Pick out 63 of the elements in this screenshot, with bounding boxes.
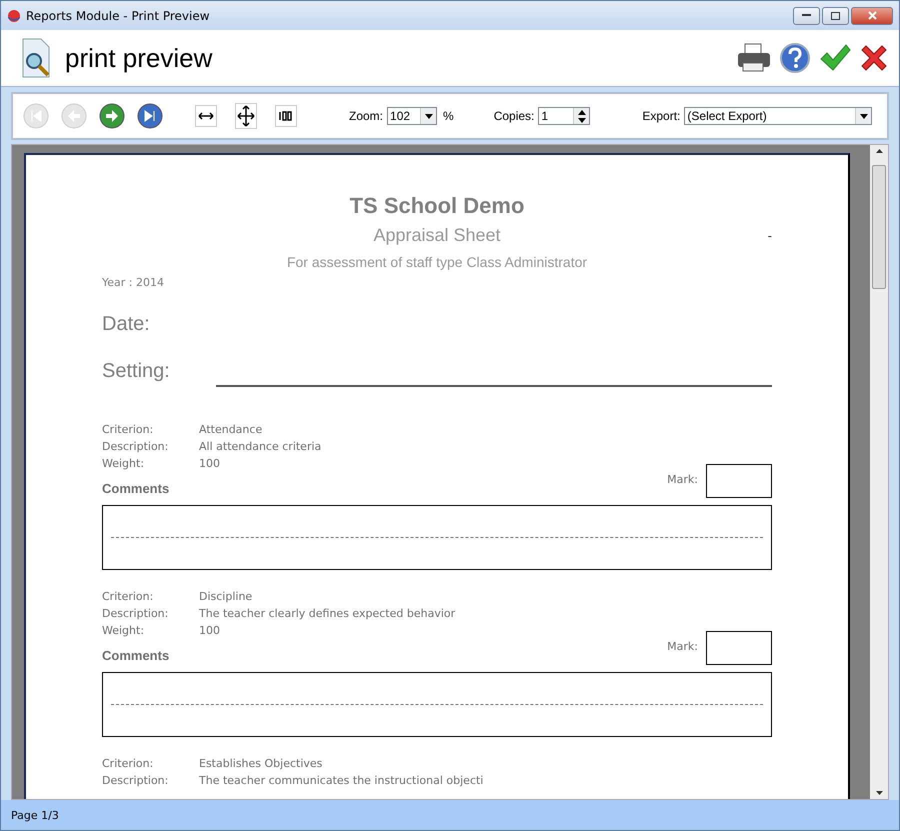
close-icon: [868, 11, 876, 20]
caret-down-icon: [424, 114, 433, 118]
setting-label: Setting:: [102, 360, 170, 383]
mark-box: [706, 631, 772, 665]
mark-label: Mark:: [667, 473, 698, 486]
copies-spinner[interactable]: 1: [538, 107, 590, 125]
field-value: Discipline: [199, 590, 252, 603]
field-label: Criterion:: [102, 423, 154, 436]
next-page-button[interactable]: [99, 103, 125, 129]
checkmark-icon[interactable]: [819, 43, 851, 73]
field-value: 100: [199, 624, 220, 637]
window-title: Reports Module - Print Preview: [26, 8, 210, 22]
comments-label: Comments: [102, 648, 170, 663]
maximize-icon: [831, 12, 840, 20]
field-label: Criterion:: [102, 757, 154, 770]
field-value: All attendance criteria: [199, 440, 322, 453]
actual-size-icon[interactable]: [275, 105, 297, 127]
comments-label: Comments: [102, 481, 170, 496]
mark-label: Mark:: [667, 640, 698, 653]
date-label: Date:: [102, 313, 151, 336]
field-value: Attendance: [199, 423, 262, 436]
page-title: print preview: [65, 42, 212, 74]
vertical-scrollbar[interactable]: [870, 145, 888, 799]
scrollbar-thumb[interactable]: [872, 165, 886, 289]
caret-down-icon: [860, 114, 868, 118]
report-school-name: TS School Demo: [348, 193, 526, 219]
field-label: Criterion:: [102, 590, 154, 603]
app-icon: [7, 8, 21, 22]
field-value: Establishes Objectives: [199, 757, 322, 770]
field-label: Weight:: [102, 457, 146, 470]
field-label: Description:: [102, 774, 170, 787]
year-text: Year : 2014: [102, 276, 165, 289]
help-icon[interactable]: [779, 42, 811, 74]
minimize-icon: [802, 14, 811, 17]
caret-up-icon[interactable]: [578, 110, 586, 114]
last-page-button[interactable]: [137, 103, 163, 129]
report-subtitle: For assessment of staff type Class Administrator: [286, 254, 588, 270]
field-label: Weight:: [102, 624, 146, 637]
printer-icon[interactable]: [737, 43, 771, 73]
close-button[interactable]: [851, 6, 893, 24]
close-icon[interactable]: [859, 43, 889, 73]
scroll-down-icon[interactable]: [876, 791, 882, 795]
field-label: Description:: [102, 440, 170, 453]
field-value: 100: [199, 457, 220, 470]
maximize-button[interactable]: [822, 6, 849, 24]
caret-down-icon[interactable]: [578, 118, 586, 122]
scroll-up-icon[interactable]: [876, 149, 882, 153]
page-indicator: Page 1/3: [11, 808, 59, 822]
fit-page-icon[interactable]: [235, 103, 257, 129]
export-label: Export:: [642, 109, 680, 123]
zoom-label: Zoom:: [349, 109, 384, 123]
zoom-dropdown[interactable]: 102: [387, 107, 438, 125]
field-value: The teacher communicates the instructional objecti: [199, 774, 484, 787]
field-value: The teacher clearly defines expected behavior: [199, 607, 456, 620]
fit-width-icon[interactable]: [195, 105, 217, 127]
minimize-button[interactable]: [793, 6, 820, 24]
dash-text: -: [768, 228, 772, 243]
zoom-unit: %: [443, 109, 454, 123]
copies-label: Copies:: [494, 109, 534, 123]
mark-box: [706, 464, 772, 498]
field-label: Description:: [102, 607, 170, 620]
report-title: Appraisal Sheet: [373, 225, 501, 245]
export-dropdown[interactable]: (Select Export): [684, 107, 872, 125]
